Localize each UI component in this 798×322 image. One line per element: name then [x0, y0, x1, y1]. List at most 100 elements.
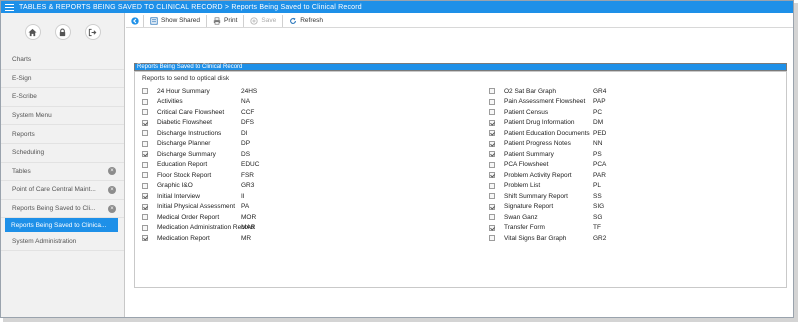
report-name: PCA Flowsheet — [504, 161, 549, 169]
report-row: Problem List PL — [489, 181, 779, 192]
report-code: NN — [593, 140, 603, 148]
report-checkbox[interactable] — [489, 193, 495, 200]
report-checkbox[interactable] — [489, 140, 495, 147]
report-checkbox[interactable] — [142, 130, 148, 137]
close-icon[interactable]: × — [108, 167, 116, 176]
print-label: Print — [224, 17, 238, 24]
report-checkbox[interactable] — [142, 88, 148, 95]
report-name: Discharge Planner — [157, 140, 211, 148]
report-code: PA — [241, 203, 250, 211]
report-code: MAR — [241, 224, 256, 232]
sidebar-item[interactable]: Reports — [1, 125, 124, 144]
report-code: NA — [241, 98, 251, 106]
show-shared-button[interactable]: Show Shared — [144, 14, 208, 27]
report-name: Medication Administration Record — [157, 224, 254, 232]
report-name: Graphic I&O — [157, 182, 193, 190]
report-checkbox[interactable] — [489, 182, 495, 189]
report-checkbox[interactable] — [142, 224, 148, 231]
report-name: 24 Hour Summary — [157, 87, 210, 95]
reports-panel: Reports to send to optical disk 24 Hour … — [134, 71, 787, 288]
report-checkbox[interactable] — [489, 109, 495, 116]
report-row: Critical Care Flowsheet CCF — [142, 107, 472, 118]
report-checkbox[interactable] — [489, 203, 495, 210]
report-checkbox[interactable] — [142, 151, 148, 158]
report-row: Graphic I&O GR3 — [142, 181, 472, 192]
report-checkbox[interactable] — [142, 119, 148, 126]
report-checkbox[interactable] — [142, 140, 148, 147]
report-row: Signature Report SIG — [489, 202, 779, 213]
report-name: Shift Summary Report — [504, 192, 568, 200]
report-checkbox[interactable] — [489, 151, 495, 158]
report-checkbox[interactable] — [489, 172, 495, 179]
report-checkbox[interactable] — [489, 161, 495, 168]
sidebar-item[interactable]: Tables × — [1, 163, 124, 182]
report-checkbox[interactable] — [142, 203, 148, 210]
title-bar: TABLES & REPORTS BEING SAVED TO CLINICAL… — [1, 1, 793, 13]
report-row: Problem Activity Report PAR — [489, 170, 779, 181]
save-button[interactable]: Save — [244, 14, 284, 27]
sidebar-item[interactable]: Point of Care Central Maint... × — [1, 181, 124, 200]
sidebar-item[interactable]: E-Scribe — [1, 88, 124, 107]
sidebar-item-label: E-Sign — [12, 74, 32, 82]
report-checkbox[interactable] — [489, 98, 495, 105]
sidebar-item[interactable]: Reports Being Saved to Clinica... — [5, 218, 118, 233]
report-checkbox[interactable] — [489, 214, 495, 221]
sidebar-item[interactable]: System Administration — [1, 232, 124, 251]
sidebar-item[interactable]: E-Sign — [1, 70, 124, 89]
report-code: FSR — [241, 171, 254, 179]
sidebar-item-label: Reports Being Saved to Cli... — [12, 205, 96, 213]
sidebar-item[interactable]: System Menu — [1, 107, 124, 126]
report-checkbox[interactable] — [142, 172, 148, 179]
report-name: Patient Census — [504, 108, 549, 116]
report-checkbox[interactable] — [489, 224, 495, 231]
report-code: PS — [593, 150, 602, 158]
home-button[interactable] — [24, 24, 41, 40]
report-row: Pain Assessment Flowsheet PAP — [489, 97, 779, 108]
report-checkbox[interactable] — [142, 193, 148, 200]
report-checkbox[interactable] — [489, 88, 495, 95]
report-code: DM — [593, 119, 604, 127]
report-name: Floor Stock Report — [157, 171, 212, 179]
close-icon[interactable]: × — [108, 185, 116, 194]
back-arrow-icon — [130, 16, 139, 25]
logout-button[interactable] — [84, 24, 101, 40]
report-checkbox[interactable] — [142, 182, 148, 189]
report-code: PC — [593, 108, 603, 116]
report-name: Medication Report — [157, 234, 210, 242]
app-window: TABLES & REPORTS BEING SAVED TO CLINICAL… — [0, 0, 794, 318]
close-icon[interactable]: × — [108, 204, 116, 213]
report-row: Patient Progress Notes NN — [489, 139, 779, 150]
hamburger-menu-icon[interactable] — [5, 3, 14, 11]
sidebar-item[interactable]: Scheduling — [1, 144, 124, 163]
report-code: PAR — [593, 171, 606, 179]
sidebar-item[interactable]: Charts — [1, 51, 124, 70]
show-shared-icon — [150, 16, 158, 25]
report-row: Discharge Summary DS — [142, 149, 472, 160]
sidebar: Charts E-Sign E-Scribe System Menu Reports Sc… — [1, 13, 125, 317]
report-checkbox[interactable] — [142, 214, 148, 221]
print-button[interactable]: Print — [207, 14, 245, 27]
report-code: SS — [593, 192, 602, 200]
report-checkbox[interactable] — [142, 98, 148, 105]
report-name: Pain Assessment Flowsheet — [504, 98, 586, 106]
refresh-button[interactable]: Refresh — [283, 15, 329, 27]
sidebar-item[interactable]: Reports Being Saved to Cli... × — [1, 200, 124, 219]
logout-icon — [88, 28, 97, 36]
lock-button[interactable] — [54, 24, 71, 40]
report-name: Patient Summary — [504, 150, 554, 158]
report-row: Patient Drug Information DM — [489, 118, 779, 129]
report-checkbox[interactable] — [142, 235, 148, 242]
report-code: PAP — [593, 98, 606, 106]
report-row: 24 Hour Summary 24HS — [142, 86, 472, 97]
report-row: Patient Summary PS — [489, 149, 779, 160]
back-button[interactable] — [126, 14, 144, 27]
report-checkbox[interactable] — [489, 235, 495, 242]
report-checkbox[interactable] — [489, 130, 495, 137]
report-checkbox[interactable] — [142, 109, 148, 116]
sidebar-item-label: System Administration — [12, 237, 77, 245]
report-checkbox[interactable] — [142, 161, 148, 168]
report-name: Swan Ganz — [504, 213, 538, 221]
report-checkbox[interactable] — [489, 119, 495, 126]
report-name: O2 Sat Bar Graph — [504, 87, 557, 95]
lock-icon — [59, 28, 66, 36]
